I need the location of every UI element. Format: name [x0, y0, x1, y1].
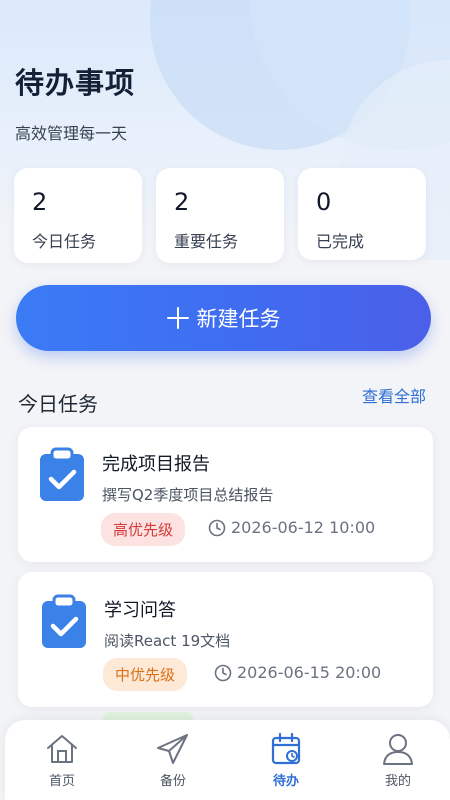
stat-label: 今日任务	[32, 232, 97, 251]
stat-value: 2	[174, 188, 190, 216]
task-title: 学习问答	[104, 600, 176, 621]
stat-label: 已完成	[316, 232, 365, 251]
priority-badge: 中优先级	[103, 658, 188, 691]
task-description: 阅读React 19文档	[104, 632, 231, 650]
tab-todo[interactable]: 待办	[241, 732, 331, 789]
tab-label: 首页	[48, 774, 75, 789]
task-due-text: 2026-06-12 10:00	[231, 518, 376, 537]
clock-icon	[208, 519, 226, 536]
task-due-text: 2026-06-15 20:00	[237, 663, 382, 682]
stat-label: 重要任务	[174, 232, 239, 251]
clipboard-check-icon	[40, 447, 84, 501]
home-icon	[47, 735, 77, 763]
tab-backup[interactable]: 备份	[128, 732, 218, 789]
task-description: 撰写Q2季度项目总结报告	[102, 486, 274, 504]
calendar-icon	[271, 732, 301, 765]
clock-icon	[214, 664, 232, 681]
stat-today-tasks[interactable]: 2 今日任务	[14, 168, 142, 263]
priority-badge: 高优先级	[101, 513, 186, 546]
plus-icon	[166, 307, 189, 329]
new-task-label: 新建任务	[196, 307, 281, 331]
tab-label: 备份	[159, 774, 186, 789]
view-all-link[interactable]: 查看全部	[362, 383, 426, 407]
stat-important-tasks[interactable]: 2 重要任务	[156, 168, 284, 263]
user-icon	[383, 734, 413, 765]
clipboard-check-icon	[42, 594, 86, 648]
paper-plane-icon	[157, 734, 188, 764]
tab-profile[interactable]: 我的	[353, 732, 443, 789]
tab-label: 我的	[384, 774, 411, 789]
new-task-button[interactable]: 新建任务	[16, 285, 431, 351]
task-card[interactable]: 完成项目报告 撰写Q2季度项目总结报告 高优先级 2026-06-12 10:0…	[18, 427, 433, 562]
task-title: 完成项目报告	[102, 454, 210, 475]
page-title: 待办事项	[15, 66, 136, 100]
tab-home[interactable]: 首页	[17, 732, 107, 789]
tab-label: 待办	[272, 774, 299, 789]
stat-completed[interactable]: 0 已完成	[298, 168, 426, 260]
task-card[interactable]: 学习问答 阅读React 19文档 中优先级 2026-06-15 20:00	[18, 572, 433, 707]
page-header: 待办事项 高效管理每一天	[15, 60, 135, 144]
stat-value: 2	[32, 188, 48, 216]
stat-value: 0	[316, 188, 332, 216]
page-subtitle: 高效管理每一天	[15, 124, 128, 143]
task-due: 2026-06-15 20:00	[214, 663, 381, 682]
task-due: 2026-06-12 10:00	[208, 518, 375, 537]
bottom-tab-bar: 首页 备份 待办 我的	[5, 720, 450, 800]
stats-row: 2 今日任务 2 重要任务 0 已完成	[14, 168, 430, 263]
section-title: 今日任务	[18, 392, 98, 416]
